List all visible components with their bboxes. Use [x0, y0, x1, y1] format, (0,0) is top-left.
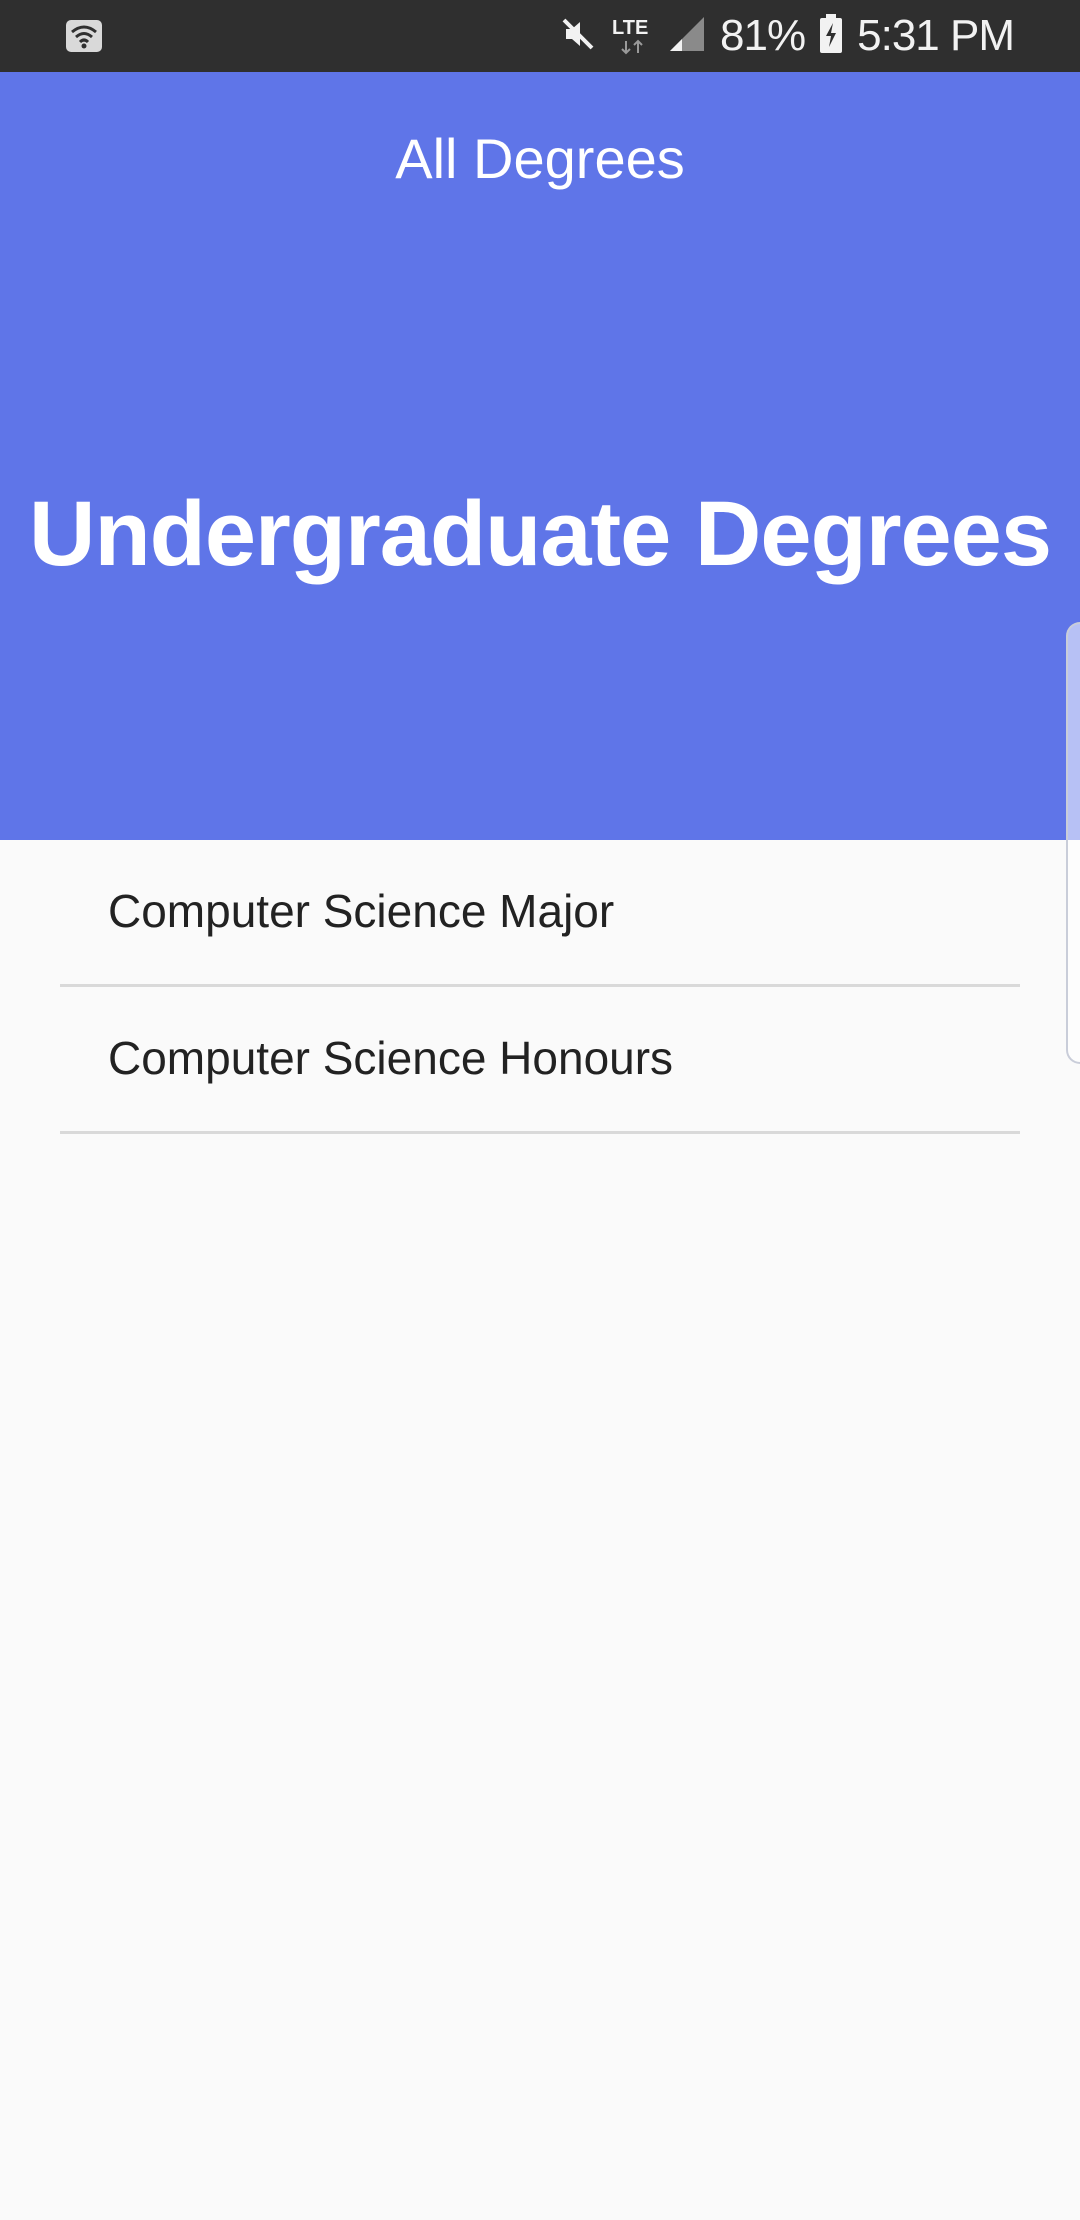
- list-item-label: Computer Science Major: [108, 885, 615, 937]
- lte-icon: LTE: [612, 13, 654, 59]
- network-type-label: LTE: [612, 17, 649, 39]
- page-title: All Degrees: [395, 127, 685, 190]
- divider: [60, 1131, 1020, 1134]
- section-headline: Undergraduate Degrees: [29, 483, 1052, 585]
- clock: 5:31 PM: [857, 11, 1015, 60]
- signal-icon: [668, 15, 706, 58]
- status-bar: LTE 81% 5:31 PM: [0, 0, 1080, 72]
- list-item-computer-science-major[interactable]: Computer Science Major: [0, 840, 1080, 987]
- mute-icon: [558, 14, 598, 59]
- wifi-icon: [64, 18, 104, 54]
- degree-list: Computer Science Major Computer Science …: [0, 840, 1080, 1134]
- battery-charging-icon: [819, 13, 843, 59]
- battery-percent: 81%: [720, 11, 806, 60]
- app-header: All Degrees Undergraduate Degrees: [0, 72, 1080, 840]
- list-item-computer-science-honours[interactable]: Computer Science Honours: [0, 987, 1080, 1134]
- status-icons: LTE 81% 5:31 PM: [558, 10, 1015, 62]
- list-item-label: Computer Science Honours: [108, 1032, 674, 1084]
